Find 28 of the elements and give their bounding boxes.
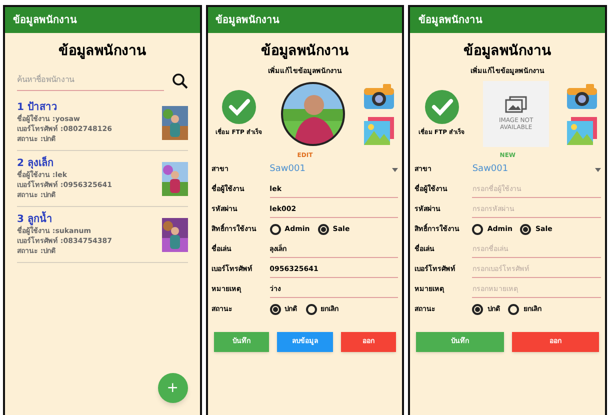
radio-button[interactable] <box>472 304 484 315</box>
images-icon <box>505 96 528 113</box>
radio-button[interactable] <box>318 224 329 235</box>
employee-name: 2 ลุงเล็ก <box>17 157 54 170</box>
page-title: ข้อมูลพนักงาน <box>462 42 553 61</box>
camera-icon[interactable] <box>364 82 394 108</box>
check-icon <box>424 90 459 124</box>
employee-name: 3 ลูกน้ำ <box>17 213 112 226</box>
search-icon[interactable] <box>172 72 188 88</box>
page-title: ข้อมูลพนักงาน <box>260 42 350 61</box>
app-bar-title: ข้อมูลพนักงาน <box>13 13 77 28</box>
radio-button[interactable] <box>306 304 317 315</box>
app-bar-title: ข้อมูลพนักงาน <box>216 13 280 28</box>
employee-name: 1 ป้าสาว <box>17 101 58 114</box>
radio-button[interactable] <box>270 224 281 235</box>
radio-button[interactable] <box>508 304 520 315</box>
check-icon <box>222 90 256 124</box>
radio-button[interactable] <box>520 224 532 235</box>
dropdown-arrow-icon <box>392 168 398 172</box>
app-bar-title: ข้อมูลพนักงาน <box>418 13 482 28</box>
camera-icon[interactable] <box>567 82 597 108</box>
radio-button[interactable] <box>270 304 281 315</box>
page-title: ข้อมูลพนักงาน <box>57 42 148 61</box>
gallery-icon[interactable] <box>567 116 597 144</box>
search-field[interactable]: ค้นหาชื่อพนักงาน <box>17 70 164 91</box>
gallery-icon[interactable] <box>364 116 394 144</box>
dropdown-arrow-icon <box>595 168 602 172</box>
radio-button[interactable] <box>472 224 484 235</box>
